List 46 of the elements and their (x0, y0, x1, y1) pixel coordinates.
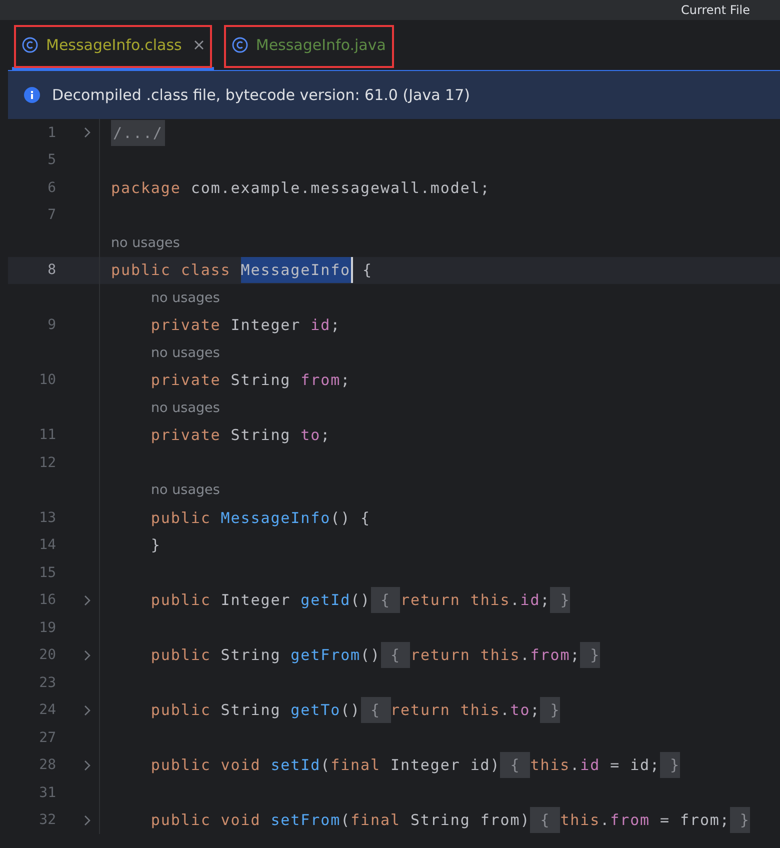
chevron-icon[interactable] (84, 650, 91, 661)
line-number: 1 (46, 124, 56, 141)
line-number: 20 (38, 647, 56, 664)
line-number: 7 (46, 207, 56, 224)
line-number: 16 (38, 592, 56, 608)
line-number: 24 (38, 702, 56, 718)
chevron-icon[interactable] (84, 594, 91, 606)
chevron-icon[interactable] (84, 814, 91, 826)
line-number: 23 (38, 674, 56, 691)
editor-tab[interactable]: MessageInfo.java (222, 23, 396, 70)
line-number: 19 (38, 620, 56, 636)
class-icon (232, 37, 248, 53)
code-line: private String from; (150, 371, 351, 390)
usage-hint[interactable]: no usages (100, 344, 220, 361)
line-number: 5 (46, 152, 56, 168)
line-number: 28 (38, 757, 56, 774)
code-line: package com.example.messagewall.model; (110, 178, 490, 197)
line-number: 6 (46, 180, 56, 196)
line-number: 13 (38, 510, 56, 526)
line-number: 15 (38, 564, 56, 581)
usage-hint[interactable]: no usages (100, 400, 220, 416)
line-number: 10 (38, 372, 56, 388)
code-line: } (150, 536, 161, 554)
chevron-icon[interactable] (84, 704, 91, 716)
usage-hint[interactable]: no usages (100, 482, 220, 498)
line-number: 12 (38, 454, 56, 471)
editor-tab[interactable]: MessageInfo.class (12, 23, 214, 70)
code-line: private String to; (150, 426, 331, 444)
code-line: private Integer id; (150, 316, 341, 334)
line-number: 31 (38, 784, 56, 801)
banner-text: Decompiled .class file, bytecode version: 61.0 (Java 17) (52, 86, 470, 104)
line-number: 11 (38, 427, 56, 444)
chevron-icon[interactable] (84, 127, 91, 138)
line-number: 14 (38, 537, 56, 554)
usage-hint[interactable]: no usages (100, 234, 180, 251)
close-icon[interactable] (194, 40, 204, 50)
line-number: 8 (46, 262, 56, 278)
usage-hint[interactable]: no usages (100, 290, 220, 306)
line-number: 9 (46, 317, 56, 334)
chevron-icon[interactable] (84, 760, 91, 771)
info-icon (24, 87, 40, 103)
code-line: public MessageInfo() { (150, 508, 371, 527)
line-number: 32 (38, 812, 56, 828)
class-icon (22, 37, 38, 53)
run-configuration[interactable]: Current File (681, 3, 750, 17)
line-number: 27 (38, 730, 56, 746)
